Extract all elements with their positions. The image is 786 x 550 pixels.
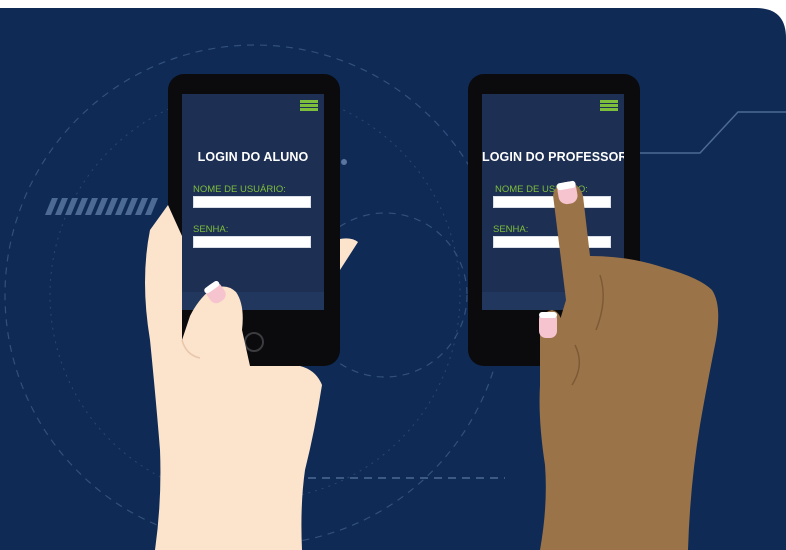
teacher-password-input[interactable] bbox=[493, 236, 611, 248]
hamburger-menu-icon[interactable] bbox=[600, 100, 618, 111]
teacher-screen-footer bbox=[482, 292, 624, 310]
teacher-password-label: SENHA: bbox=[493, 224, 529, 235]
student-screen-footer bbox=[182, 292, 324, 310]
teacher-username-label: NOME DE USUÁRIO: bbox=[495, 184, 588, 195]
student-login-title: LOGIN DO ALUNO bbox=[197, 150, 309, 164]
hamburger-menu-icon[interactable] bbox=[300, 100, 318, 111]
teacher-username-input[interactable] bbox=[493, 196, 611, 208]
teacher-login-title: LOGIN DO PROFESSOR bbox=[482, 150, 624, 164]
student-phone: LOGIN DO ALUNO NOME DE USUÁRIO: SENHA: bbox=[168, 74, 340, 366]
illustration: LOGIN DO ALUNO NOME DE USUÁRIO: SENHA: L… bbox=[0, 0, 786, 550]
student-password-label: SENHA: bbox=[193, 224, 229, 235]
student-password-input[interactable] bbox=[193, 236, 311, 248]
student-home-button[interactable] bbox=[244, 332, 264, 352]
student-username-input[interactable] bbox=[193, 196, 311, 208]
background-panel bbox=[0, 0, 786, 550]
student-phone-screen: LOGIN DO ALUNO NOME DE USUÁRIO: SENHA: bbox=[182, 94, 324, 310]
teacher-phone-screen: LOGIN DO PROFESSOR NOME DE USUÁRIO: SENH… bbox=[482, 94, 624, 310]
teacher-phone: LOGIN DO PROFESSOR NOME DE USUÁRIO: SENH… bbox=[468, 74, 640, 366]
student-username-label: NOME DE USUÁRIO: bbox=[193, 184, 286, 195]
